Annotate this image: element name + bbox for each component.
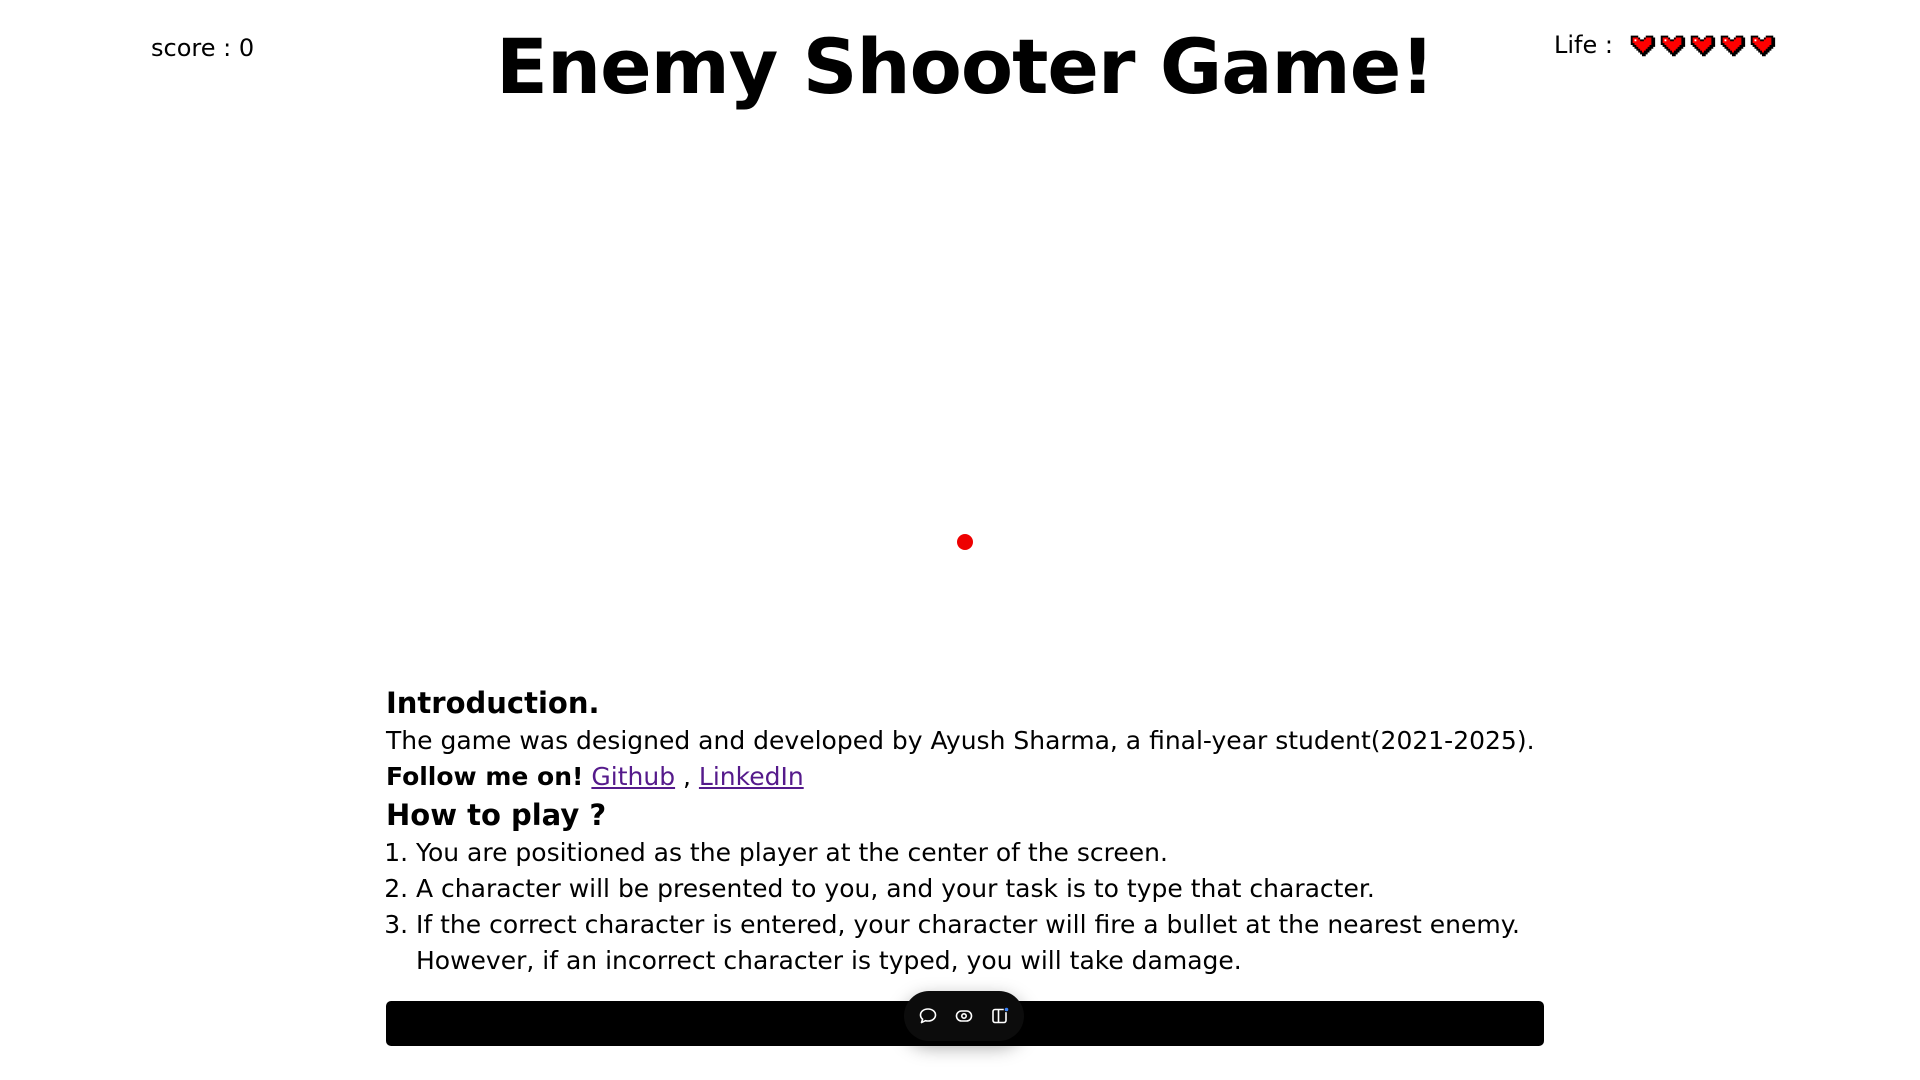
heart-icon (1750, 35, 1776, 57)
game-page: score : 0 Enemy Shooter Game! Life : Int… (0, 0, 1920, 1080)
eye-icon[interactable] (954, 1006, 974, 1026)
info-section: Introduction. The game was designed and … (386, 683, 1546, 979)
how-to-play-list: You are positioned as the player at the … (386, 835, 1546, 979)
heart-icon (1630, 35, 1656, 57)
list-item: You are positioned as the player at the … (416, 835, 1546, 871)
player-dot (957, 534, 973, 550)
life-label: Life : (1554, 31, 1613, 59)
list-item: A character will be presented to you, an… (416, 871, 1546, 907)
link-separator: , (675, 762, 699, 791)
heart-icon (1660, 35, 1686, 57)
linkedin-link[interactable]: LinkedIn (699, 762, 804, 791)
comment-icon[interactable] (918, 1006, 938, 1026)
introduction-text: The game was designed and developed by A… (386, 726, 1535, 755)
hearts-container (1627, 30, 1777, 60)
heart-icon (1720, 35, 1746, 57)
how-to-play-heading: How to play ? (386, 798, 607, 832)
github-link[interactable]: Github (591, 762, 675, 791)
introduction-heading: Introduction. (386, 686, 600, 720)
follow-line: Follow me on! Github , LinkedIn (386, 759, 1546, 795)
sidebar-icon[interactable] (990, 1006, 1010, 1026)
follow-label: Follow me on! (386, 762, 584, 791)
list-item: If the correct character is entered, you… (416, 907, 1546, 979)
heart-icon (1690, 35, 1716, 57)
floating-toolbar (904, 991, 1024, 1041)
life-display: Life : (1554, 30, 1777, 60)
